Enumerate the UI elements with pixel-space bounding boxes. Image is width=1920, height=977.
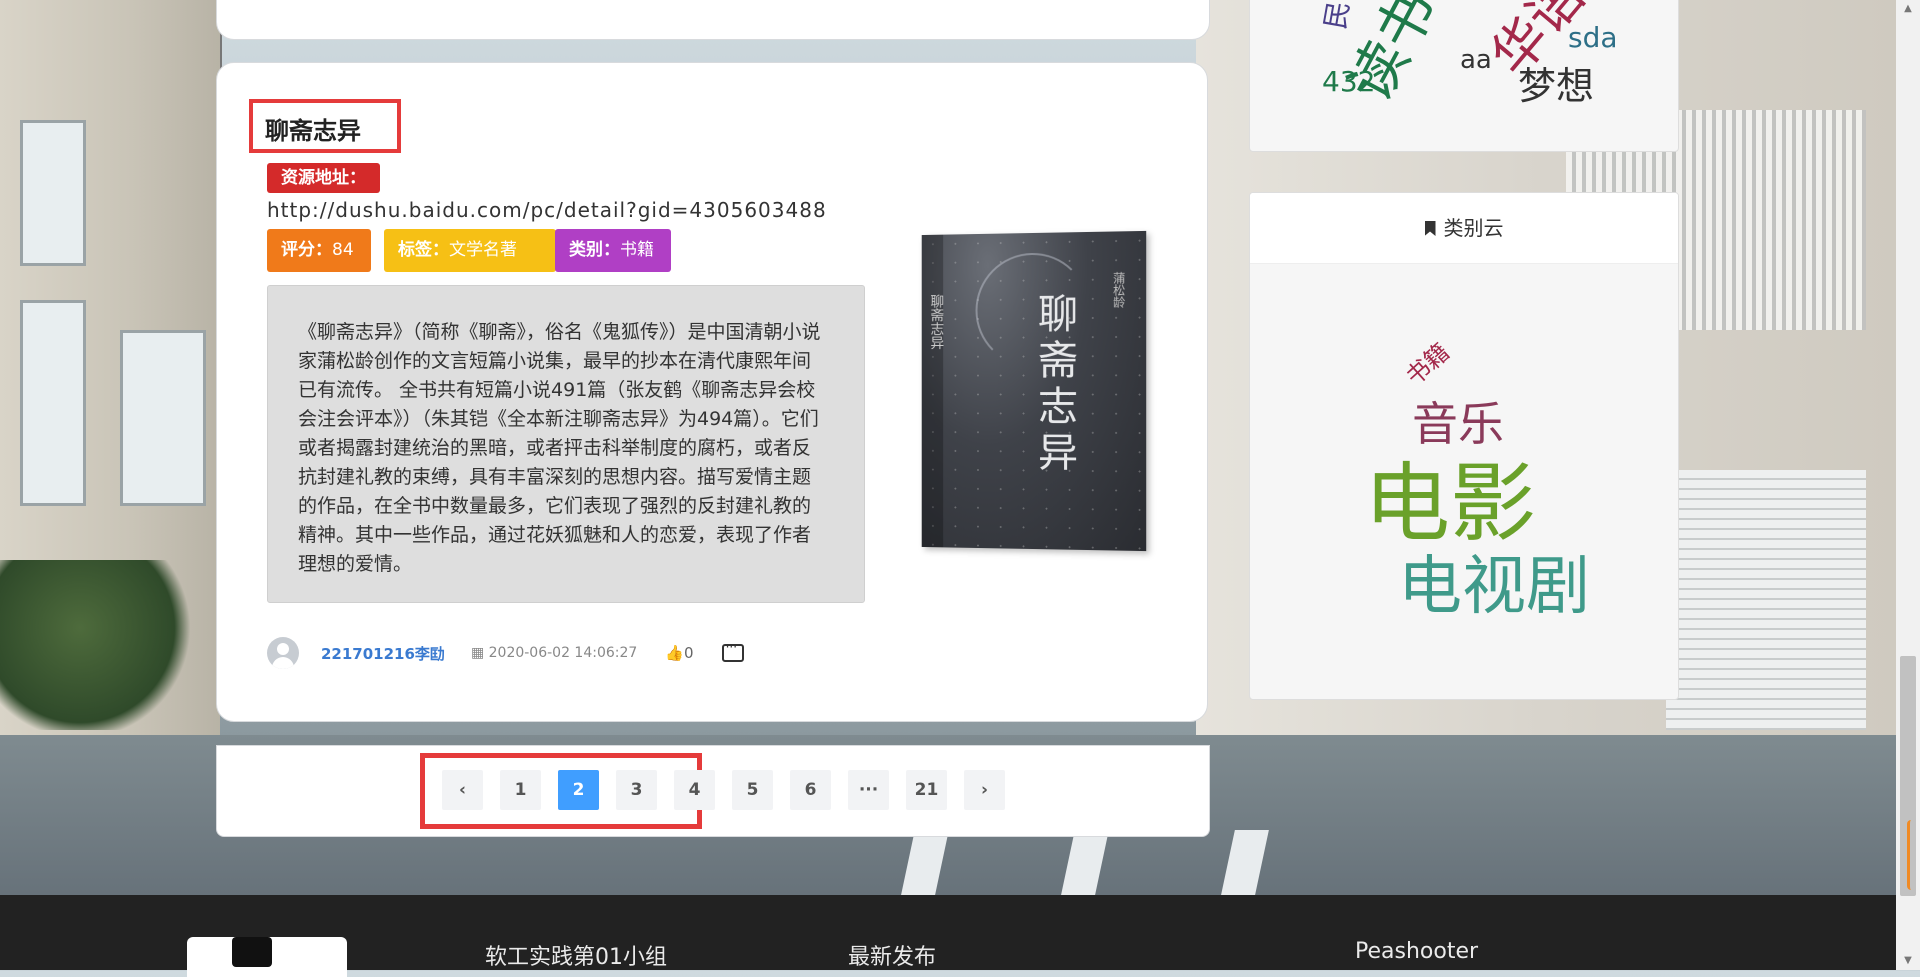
- tag-cloud-word-432[interactable]: 432: [1322, 65, 1375, 98]
- category-badge[interactable]: 类别：书籍: [555, 229, 671, 272]
- category-cloud-card: 类别云 书籍 音乐 电影 电视剧: [1249, 192, 1679, 700]
- footer-latest-heading: 最新发布: [848, 939, 936, 971]
- background-tree: [0, 560, 200, 730]
- resource-url-link[interactable]: http://dushu.baidu.com/pc/detail?gid=430…: [267, 198, 827, 222]
- publish-date-text: 2020-06-02 14:06:27: [489, 645, 638, 661]
- book-cover-image[interactable]: 聊斋志异 聊斋志异 蒲松龄: [922, 231, 1146, 551]
- cover-author: 蒲松龄: [1111, 272, 1128, 309]
- article-title[interactable]: 聊斋志异: [265, 111, 361, 146]
- category-word-books[interactable]: 书籍: [1396, 333, 1455, 391]
- article-description: 《聊斋志异》（简称《聊斋》，俗名《鬼狐传》）是中国清朝小说家蒲松龄创作的文言短篇…: [267, 285, 865, 603]
- category-cloud-title: 类别云: [1444, 216, 1504, 240]
- page-button-5[interactable]: 5: [732, 770, 773, 810]
- tag-cloud-card: 民谣 读书 华语 sda aa 432 梦想: [1249, 0, 1679, 152]
- calendar-icon: ▦: [471, 645, 489, 661]
- resource-label-badge: 资源地址：: [267, 163, 380, 193]
- pagination: ‹ 1 2 3 4 5 6 ··· 21 ›: [442, 770, 1005, 810]
- tag-value: 文学名著: [449, 240, 517, 260]
- category-label: 类别：: [569, 240, 620, 260]
- publish-date: ▦ 2020-06-02 14:06:27: [471, 645, 637, 661]
- footer-brand: Peashooter: [1355, 939, 1478, 964]
- category-word-tv[interactable]: 电视剧: [1398, 535, 1590, 627]
- bookmark-icon: [1425, 221, 1436, 236]
- score-badge: 评分：84: [267, 229, 371, 272]
- category-cloud-header: 类别云: [1250, 193, 1678, 264]
- scroll-up-arrow[interactable]: ▲: [1902, 4, 1914, 14]
- tag-cloud-word-mengxiang[interactable]: 梦想: [1518, 55, 1594, 110]
- prev-page-button[interactable]: ‹: [442, 770, 483, 810]
- page-button-3[interactable]: 3: [616, 770, 657, 810]
- comment-icon[interactable]: [722, 644, 744, 662]
- footer-logo[interactable]: [187, 937, 347, 977]
- tag-cloud-word-sda[interactable]: sda: [1568, 21, 1618, 54]
- thumbs-up-icon: 👍: [665, 644, 684, 662]
- site-footer: 软工实践第01小组 最新发布 Peashooter: [0, 895, 1896, 970]
- score-label: 评分：: [281, 240, 332, 260]
- author-link[interactable]: 221701216李劻: [321, 643, 445, 664]
- page-button-2-active[interactable]: 2: [558, 770, 599, 810]
- article-meta: 221701216李劻 ▦ 2020-06-02 14:06:27 👍0: [267, 638, 744, 668]
- like-count: 0: [684, 644, 694, 662]
- next-page-button[interactable]: ›: [964, 770, 1005, 810]
- scroll-down-arrow[interactable]: ▼: [1902, 956, 1914, 966]
- cover-title: 聊斋志异: [1025, 292, 1083, 477]
- tag-label: 标签：: [398, 240, 449, 260]
- like-button[interactable]: 👍0: [665, 644, 693, 662]
- avatar[interactable]: [267, 637, 299, 669]
- scroll-indicator: [1907, 820, 1916, 890]
- cover-spine-title: 聊斋志异: [927, 294, 947, 350]
- score-value: 84: [332, 240, 354, 260]
- article-card: 聊斋志异 资源地址： http://dushu.baidu.com/pc/det…: [216, 62, 1208, 722]
- category-value: 书籍: [620, 240, 654, 260]
- page-button-6[interactable]: 6: [790, 770, 831, 810]
- previous-article-card: [216, 0, 1210, 40]
- page-button-4[interactable]: 4: [674, 770, 715, 810]
- page-ellipsis-button[interactable]: ···: [848, 770, 889, 810]
- vertical-scrollbar[interactable]: ▲ ▼: [1896, 0, 1920, 970]
- tag-badge[interactable]: 标签：文学名著: [384, 229, 556, 272]
- footer-team-name: 软工实践第01小组: [485, 939, 667, 971]
- page-button-21[interactable]: 21: [906, 770, 947, 810]
- page-button-1[interactable]: 1: [500, 770, 541, 810]
- tag-cloud-word-aa[interactable]: aa: [1460, 45, 1492, 75]
